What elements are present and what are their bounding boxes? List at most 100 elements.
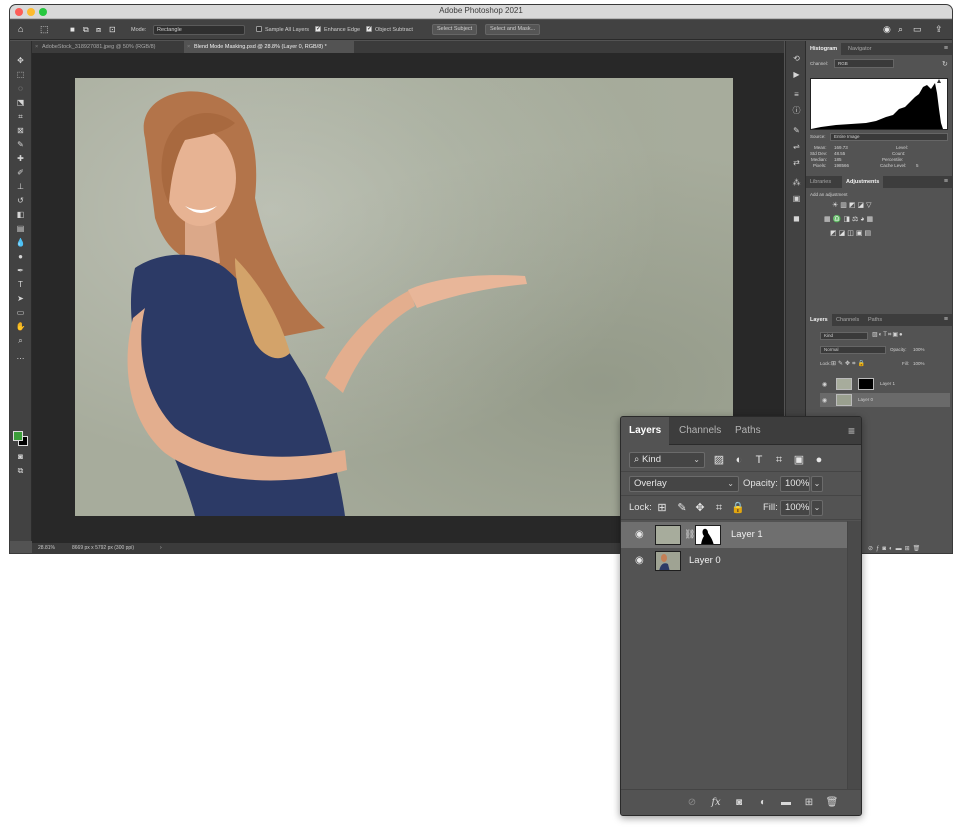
lock-image-pixels-icon[interactable]: ✎: [675, 500, 689, 516]
properties-icon[interactable]: ≡: [791, 89, 802, 100]
blend-mode-select[interactable]: Normal: [820, 346, 886, 354]
channel-select[interactable]: RGB: [834, 59, 894, 68]
crop-tool-icon[interactable]: ⌗: [15, 111, 26, 122]
pen-tool-icon[interactable]: ✒: [15, 265, 26, 276]
clone-stamp-tool-icon[interactable]: ⊥: [15, 181, 26, 192]
tab-paths[interactable]: Paths: [727, 417, 769, 445]
panel-menu-icon[interactable]: ≡: [944, 176, 948, 188]
layers-footer-icons[interactable]: ⊘ƒ◙◐▬⊞🗑: [868, 545, 923, 552]
lock-position-icon[interactable]: ✥: [693, 500, 707, 516]
eye-icon[interactable]: ◉: [822, 397, 827, 404]
eye-icon[interactable]: ◉: [635, 529, 647, 541]
blur-tool-icon[interactable]: 💧: [15, 237, 26, 248]
tab-adjustments[interactable]: Adjustments: [842, 176, 884, 188]
source-select[interactable]: Entire Image: [830, 133, 948, 141]
document-dimensions[interactable]: 8669 px x 5792 px (300 ppi): [72, 543, 134, 553]
fx-icon[interactable]: fx: [709, 796, 723, 810]
type-layer-filter-icon[interactable]: T: [752, 452, 766, 468]
kind-filter-select[interactable]: ⌕ Kind ⌄: [629, 452, 705, 468]
mini-layer-row[interactable]: ◉ Layer 0: [820, 393, 950, 407]
panel-menu-icon[interactable]: ≡: [944, 43, 948, 55]
gradient-tool-icon[interactable]: ▤: [15, 223, 26, 234]
lock-all-icon[interactable]: 🔒: [731, 500, 745, 516]
object-selection-tool-icon[interactable]: ⬔: [15, 97, 26, 108]
select-and-mask-button[interactable]: Select and Mask...: [485, 24, 541, 35]
trash-icon[interactable]: 🗑: [825, 796, 839, 810]
select-subject-button[interactable]: Select Subject: [432, 24, 478, 35]
healing-brush-tool-icon[interactable]: ✚: [15, 153, 26, 164]
tab-histogram[interactable]: Histogram: [806, 43, 842, 55]
layer-mask-thumbnail[interactable]: [858, 378, 874, 390]
panel-menu-icon[interactable]: ≡: [944, 314, 948, 326]
object-subtract-checkbox[interactable]: [366, 25, 372, 32]
layer-filter-icons[interactable]: ▨◐T⌗▣●: [872, 331, 904, 339]
new-selection-icon[interactable]: ■: [70, 24, 75, 35]
share-icon[interactable]: ◉: [883, 24, 891, 35]
dodge-tool-icon[interactable]: ●: [15, 251, 26, 262]
hand-tool-icon[interactable]: ✋: [15, 321, 26, 332]
eraser-tool-icon[interactable]: ◧: [15, 209, 26, 220]
adjustment-icons-row-3[interactable]: ◩◪◫▣▤: [830, 229, 873, 237]
layer-mask-thumbnail[interactable]: [695, 525, 721, 545]
zoom-tool-icon[interactable]: ⌕: [15, 335, 26, 346]
kind-filter[interactable]: Kind: [820, 332, 868, 340]
layer-name[interactable]: Layer 0: [858, 397, 873, 402]
swatches-icon[interactable]: ◼: [791, 213, 802, 224]
layer-name[interactable]: Layer 1: [880, 381, 895, 386]
tab-channels[interactable]: Channels: [671, 417, 729, 445]
path-selection-tool-icon[interactable]: ➤: [15, 293, 26, 304]
subtract-selection-icon[interactable]: ⧈: [96, 24, 101, 35]
layers-scrollbar[interactable]: [847, 521, 861, 791]
rectangle-tool-icon[interactable]: ▭: [15, 307, 26, 318]
workspace-icon[interactable]: ▭: [913, 24, 922, 35]
status-arrow-icon[interactable]: ›: [160, 543, 162, 553]
move-tool-icon[interactable]: ✥: [15, 55, 26, 66]
refresh-icon[interactable]: ↻: [942, 60, 948, 68]
new-group-folder-icon[interactable]: ▬: [779, 796, 793, 810]
tab-blend-mode-masking[interactable]: × Blend Mode Masking.psd @ 28.8% (Layer …: [184, 41, 354, 53]
sample-all-layers-checkbox[interactable]: [256, 26, 262, 32]
fill-chevron-icon[interactable]: ⌄: [811, 500, 823, 516]
brush-settings-icon[interactable]: ✎: [791, 125, 802, 136]
glyphs-icon[interactable]: ⁂: [791, 177, 802, 188]
screen-mode-icon[interactable]: ⧉: [15, 465, 26, 476]
intersect-selection-icon[interactable]: ⊡: [109, 24, 116, 35]
tab-channels[interactable]: Channels: [832, 314, 863, 326]
zoom-readout[interactable]: 28.81%: [38, 543, 55, 553]
adjustment-layer-filter-icon[interactable]: ◐: [732, 452, 746, 468]
frame-tool-icon[interactable]: ⊠: [15, 125, 26, 136]
tab-adobestock[interactable]: × AdobeStock_318927081.jpeg @ 50% (RGB/8…: [32, 41, 178, 53]
tab-navigator[interactable]: Navigator: [844, 43, 876, 55]
adjustment-icons-row-1[interactable]: ☀▥◩◪▽: [832, 201, 874, 209]
lock-icons[interactable]: ⊞✎✥⌗🔒: [831, 360, 867, 368]
foreground-color-swatch[interactable]: [13, 431, 23, 441]
layer-name[interactable]: Layer 1: [731, 529, 763, 540]
opacity-chevron-icon[interactable]: ⌄: [811, 476, 823, 492]
home-icon[interactable]: ⌂: [18, 24, 23, 35]
add-selection-icon[interactable]: ⧉: [83, 24, 89, 35]
tab-paths[interactable]: Paths: [864, 314, 886, 326]
layer-name[interactable]: Layer 0: [689, 555, 721, 566]
blend-mode-select[interactable]: Overlay ⌄: [629, 476, 739, 492]
opacity-input[interactable]: 100%: [780, 476, 810, 492]
enhance-edge-checkbox[interactable]: [315, 25, 321, 32]
more-tools-icon[interactable]: ⋯: [15, 353, 26, 364]
tab-layers[interactable]: Layers: [621, 417, 670, 445]
character-icon[interactable]: ⇌: [791, 141, 802, 152]
tab-layers[interactable]: Layers: [806, 314, 832, 326]
share-export-icon[interactable]: ⇪: [935, 24, 943, 35]
lock-transparent-pixels-icon[interactable]: ⊞: [655, 500, 669, 516]
tab-libraries[interactable]: Libraries: [806, 176, 835, 188]
mode-select[interactable]: Rectangle: [153, 25, 245, 35]
new-layer-icon[interactable]: ⊞: [802, 796, 816, 810]
filter-toggle-icon[interactable]: ●: [812, 452, 826, 468]
link-icon[interactable]: ⛓: [684, 529, 695, 540]
close-tab-icon[interactable]: ×: [35, 41, 38, 53]
styles-icon[interactable]: ▣: [791, 193, 802, 204]
panel-menu-icon[interactable]: ≡: [848, 417, 855, 445]
layer-row-layer-0[interactable]: ◉ Layer 0: [621, 548, 849, 574]
fill-input[interactable]: 100%: [780, 500, 810, 516]
quick-mask-icon[interactable]: ◙: [15, 451, 26, 462]
type-tool-icon[interactable]: T: [15, 279, 26, 290]
search-icon[interactable]: ⌕: [898, 24, 903, 35]
